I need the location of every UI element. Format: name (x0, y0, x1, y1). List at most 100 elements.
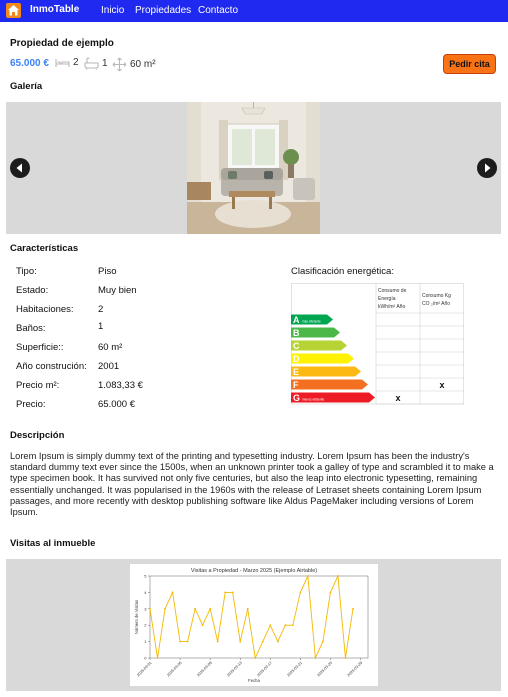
bed-icon (55, 57, 70, 68)
visits-data-point (239, 640, 242, 643)
baths-count: 1 (102, 58, 108, 69)
energy-letter-a: A (293, 315, 300, 325)
visits-data-point (224, 591, 227, 594)
house-logo-icon[interactable] (6, 3, 21, 18)
brand-name[interactable]: InmoTable (30, 4, 79, 15)
visits-data-point (337, 575, 339, 577)
feature-label-condition: Estado: (16, 285, 49, 296)
energy-letter-f: F (293, 380, 299, 390)
energy-consumption-mark: x (395, 393, 400, 403)
visits-data-point (352, 607, 354, 610)
feature-value-year: 2001 (98, 361, 120, 372)
visits-data-point (156, 657, 159, 659)
description-text: Lorem Ipsum is simply dummy text of the … (10, 451, 494, 518)
x-tick-label: 2025-03-29 (347, 661, 364, 678)
visits-chart-container: Visitas a Propiedad - Marzo 2025 (Ejempl… (130, 564, 378, 686)
visits-panel: Visitas a Propiedad - Marzo 2025 (Ejempl… (6, 559, 501, 691)
x-tick-label: 2025-03-05 (166, 661, 183, 678)
feature-label-price-m2: Precio m²: (16, 380, 60, 391)
energy-col2-header-line: Consumo Kg (422, 293, 451, 299)
co2-emission-mark: x (439, 380, 444, 390)
feature-label-price: Precio: (16, 399, 46, 410)
energy-letter-d: D (293, 354, 300, 364)
y-tick-label: 1 (144, 639, 147, 644)
feature-label-bathrooms: Baños: (16, 323, 46, 334)
baths-info: 1 (84, 57, 108, 70)
visits-data-point (186, 640, 189, 643)
feature-value-type: Piso (98, 266, 117, 277)
visits-data-point (321, 640, 324, 643)
feature-value-condition: Muy bien (98, 285, 137, 296)
rooms-count: 2 (73, 57, 79, 68)
nav-link-contacto[interactable]: Contacto (198, 5, 238, 16)
nav-link-inicio[interactable]: Inicio (101, 5, 124, 16)
y-tick-label: 5 (144, 574, 147, 579)
visits-data-point (164, 607, 166, 610)
energy-arrow-e (291, 366, 361, 377)
visits-heading: Visitas al inmueble (10, 538, 96, 549)
x-tick-label: 2025-03-09 (196, 661, 213, 678)
y-axis-label: Número de Visitas (134, 600, 139, 634)
feature-value-bathrooms: 1 (98, 321, 104, 332)
book-visit-button[interactable]: Pedir cita (443, 54, 496, 74)
energy-letter-b: B (293, 328, 300, 338)
energy-arrow-d (291, 353, 354, 364)
visits-data-point (269, 624, 272, 627)
visits-data-point (261, 640, 264, 643)
gallery-heading: Galería (10, 81, 43, 92)
visits-data-point (149, 607, 151, 610)
area-info: 60 m² (112, 57, 156, 72)
visits-data-point (209, 607, 212, 610)
bathtub-icon (84, 57, 99, 70)
visits-data-point (194, 607, 197, 610)
living-room-photo (187, 102, 320, 234)
feature-value-rooms: 2 (98, 304, 104, 315)
x-tick-label: 2025-03-17 (256, 661, 273, 678)
energy-letter-g: G (293, 393, 300, 403)
feature-label-year: Año construción: (16, 361, 87, 372)
visits-data-point (314, 657, 317, 659)
energy-letter-c: C (293, 341, 300, 351)
expand-arrows-icon (112, 57, 127, 72)
energy-top-note: más eficiente (302, 320, 321, 324)
visits-data-point (254, 657, 257, 659)
visits-data-point (306, 575, 309, 577)
feature-value-price-m2: 1.083,33 € (98, 380, 143, 391)
rooms-info: 2 (55, 57, 79, 68)
chart-plot-area (149, 575, 369, 659)
property-title: Propiedad de ejemplo (10, 38, 114, 49)
visits-data-point (179, 640, 181, 643)
x-tick-label: 2025-03-01 (136, 661, 153, 678)
arrow-right-icon (485, 163, 491, 173)
next-image-button[interactable] (477, 158, 497, 178)
visits-data-point (299, 591, 302, 594)
visits-data-point (329, 591, 332, 594)
visits-data-point (276, 640, 279, 643)
feature-label-type: Tipo: (16, 266, 37, 277)
x-tick-label: 2025-03-21 (286, 661, 303, 678)
feature-value-price: 65.000 € (98, 399, 135, 410)
energy-col2-header-line: CO ₂/m² Año (422, 301, 450, 307)
nav-link-propiedades[interactable]: Propiedades (135, 5, 191, 16)
y-tick-label: 0 (144, 656, 147, 661)
x-tick-label: 2025-03-13 (226, 661, 243, 678)
energy-arrow-f (291, 379, 368, 390)
energy-bottom-note: menos eficiente (302, 398, 325, 402)
feature-label-surface: Superficie:: (16, 342, 64, 353)
visits-data-point (216, 640, 219, 643)
energy-rating-title: Clasificación energética: (291, 266, 394, 277)
energy-col1-header-line: kWh/m² Año (378, 304, 405, 310)
x-tick-label: 2025-03-25 (317, 661, 334, 678)
features-heading: Características (10, 243, 79, 254)
arrow-left-icon (16, 163, 22, 173)
visits-data-point (231, 591, 234, 594)
previous-image-button[interactable] (10, 158, 30, 178)
gallery-carousel (6, 102, 501, 234)
visits-data-point (201, 624, 204, 627)
visits-data-point (284, 624, 287, 627)
x-axis-label: Fecha (248, 678, 260, 683)
visits-line-chart: Visitas a Propiedad - Marzo 2025 (Ejempl… (134, 568, 369, 683)
energy-col1-header-line: Consumo de (378, 288, 407, 294)
navbar: InmoTable Inicio Propiedades Contacto (0, 0, 508, 22)
energy-letter-e: E (293, 367, 299, 377)
